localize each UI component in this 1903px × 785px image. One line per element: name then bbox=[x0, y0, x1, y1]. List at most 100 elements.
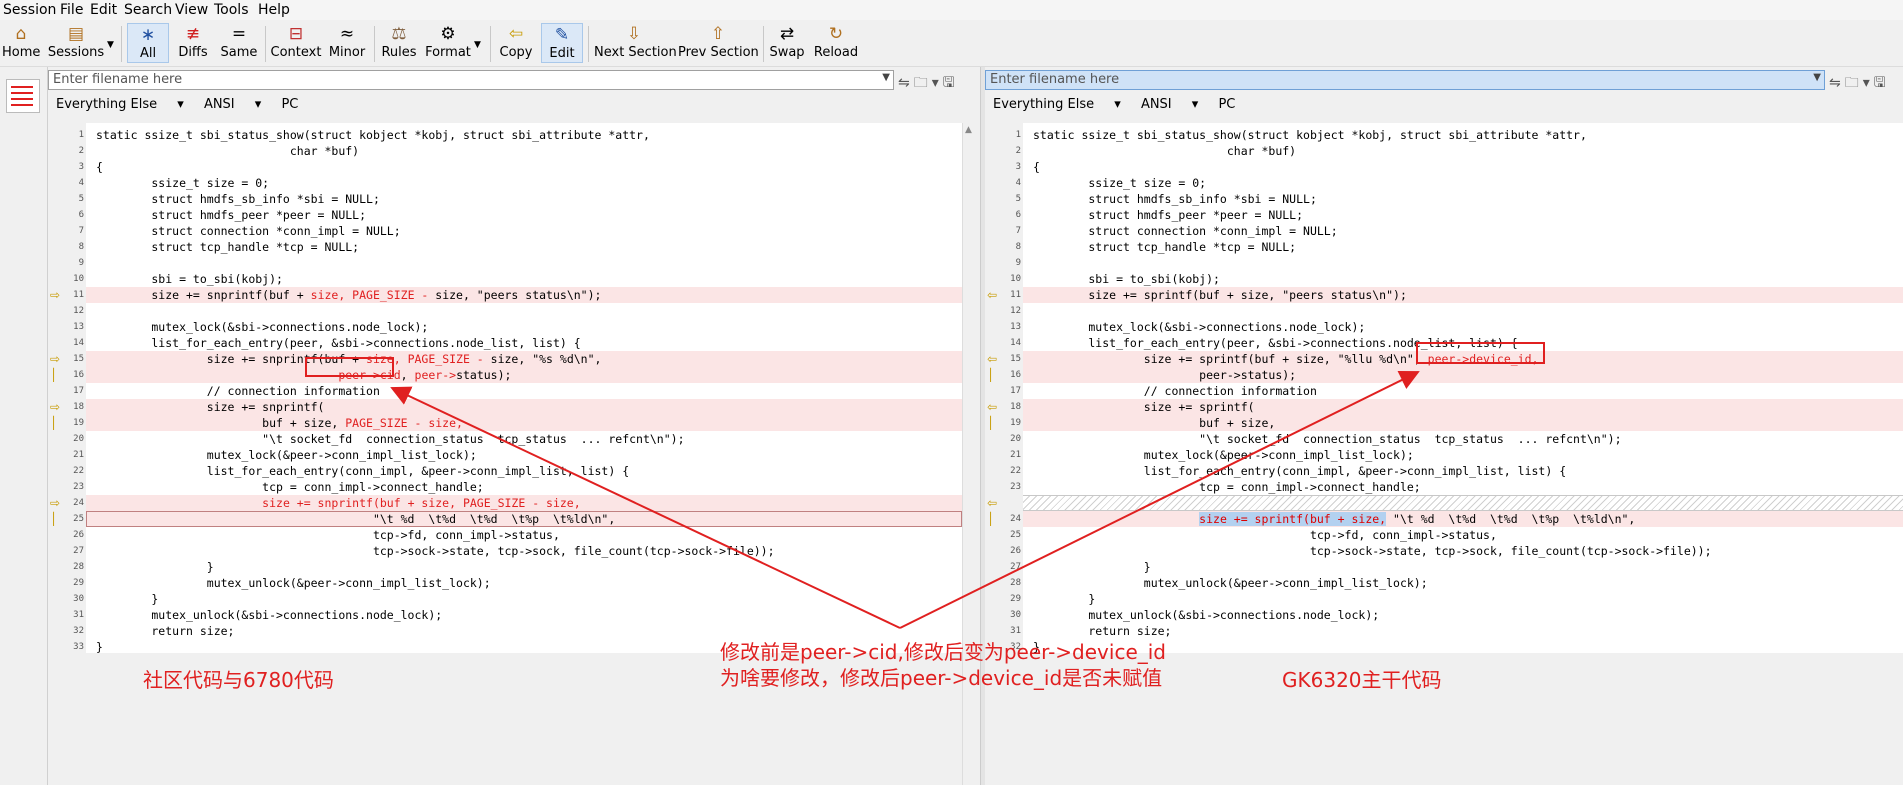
line-number: 17 bbox=[73, 386, 84, 396]
code-text: sbi = to_sbi(kobj); bbox=[96, 272, 283, 286]
save-icon[interactable]: 🖫 bbox=[1874, 75, 1890, 91]
left-format-encoding[interactable]: ANSI ▾ bbox=[204, 97, 261, 112]
line-number: 23 bbox=[73, 482, 84, 492]
right-filename-input[interactable]: Enter filename here ▼ bbox=[985, 70, 1825, 90]
line-number: 26 bbox=[73, 530, 84, 540]
diff-marker-right-icon[interactable]: ⇨ bbox=[50, 351, 60, 367]
line-number: 13 bbox=[1010, 322, 1021, 332]
toolbar-separator bbox=[374, 26, 375, 62]
same-button[interactable]: = Same bbox=[218, 23, 260, 63]
line-number: 6 bbox=[78, 210, 84, 220]
diff-marker-right-icon[interactable]: ⇨ bbox=[50, 495, 60, 511]
menu-edit[interactable]: Edit bbox=[90, 2, 117, 18]
code-text: struct tcp_handle *tcp = NULL; bbox=[1033, 240, 1297, 254]
left-pane-actions: ⇋🗀▾🖫 bbox=[898, 72, 959, 96]
document-overview-icon[interactable] bbox=[6, 79, 40, 113]
line-number: 25 bbox=[73, 514, 84, 524]
line-number: 29 bbox=[73, 578, 84, 588]
diff-marker-left-icon[interactable]: ⇦ bbox=[987, 495, 997, 511]
scroll-up-icon[interactable]: ▲ bbox=[965, 125, 972, 135]
line-number: 3 bbox=[78, 162, 84, 172]
line-number: 1 bbox=[78, 130, 84, 140]
diff-continuation-icon[interactable]: │ bbox=[987, 415, 994, 431]
code-text: list_for_each_entry(peer, &sbi->connecti… bbox=[96, 336, 581, 350]
code-text: mutex_unlock(&sbi->connections.node_lock… bbox=[1033, 608, 1380, 622]
diff-marker-left-icon[interactable]: ⇦ bbox=[987, 287, 997, 303]
chevron-down-icon[interactable]: ▼ bbox=[1813, 72, 1821, 83]
reload-button[interactable]: ↻ Reload bbox=[812, 23, 860, 63]
center-annotation-line2: 为啥要修改，修改后peer->device_id是否未赋值 bbox=[720, 666, 1163, 690]
diff-marker-left-icon[interactable]: ⇦ bbox=[987, 351, 997, 367]
sessions-dropdown-icon[interactable]: ▼ bbox=[107, 40, 114, 50]
overview-strip bbox=[0, 67, 48, 785]
diff-continuation-icon[interactable]: │ bbox=[50, 367, 57, 383]
edit-button[interactable]: ✎ Edit bbox=[541, 23, 583, 63]
code-text: tcp = conn_impl->connect_handle; bbox=[1033, 480, 1421, 494]
open-folder-icon[interactable]: 🗀▾ bbox=[914, 75, 943, 91]
line-number: 26 bbox=[1010, 546, 1021, 556]
chevron-down-icon[interactable]: ▼ bbox=[882, 72, 890, 83]
line-number: 17 bbox=[1010, 386, 1021, 396]
menu-tools[interactable]: Tools bbox=[214, 2, 249, 18]
diff-marker-left-icon[interactable]: ⇦ bbox=[987, 399, 997, 415]
line-number: 7 bbox=[78, 226, 84, 236]
menu-view[interactable]: View bbox=[175, 2, 208, 18]
sessions-button[interactable]: ▤ Sessions bbox=[47, 23, 105, 63]
line-number: 12 bbox=[1010, 306, 1021, 316]
code-text: size += snprintf(buf + size, PAGE_SIZE -… bbox=[96, 288, 602, 302]
code-text: ssize_t size = 0; bbox=[1033, 176, 1207, 190]
code-text: tcp->sock->state, tcp->sock, file_count(… bbox=[96, 544, 775, 558]
right-format-encoding[interactable]: ANSI ▾ bbox=[1141, 97, 1198, 112]
swap-button[interactable]: ⇄ Swap bbox=[768, 23, 806, 63]
format-button[interactable]: ⚙ Format bbox=[425, 23, 471, 63]
line-number: 18 bbox=[1010, 402, 1021, 412]
history-icon[interactable]: ⇋ bbox=[1829, 75, 1845, 91]
code-text: mutex_unlock(&peer->conn_impl_list_lock)… bbox=[96, 576, 491, 590]
diff-continuation-icon[interactable]: │ bbox=[987, 511, 994, 527]
code-text: struct hmdfs_peer *peer = NULL; bbox=[96, 208, 367, 222]
code-text: struct hmdfs_sb_info *sbi = NULL; bbox=[96, 192, 380, 206]
menu-file[interactable]: File bbox=[60, 2, 83, 18]
minor-button[interactable]: ≈ Minor bbox=[325, 23, 369, 63]
code-text: } bbox=[1033, 592, 1096, 606]
history-icon[interactable]: ⇋ bbox=[898, 75, 914, 91]
all-button[interactable]: ∗ All bbox=[127, 23, 169, 63]
code-text: return size; bbox=[96, 624, 235, 638]
line-number: 1 bbox=[1015, 130, 1021, 140]
right-format-everything-else[interactable]: Everything Else ▾ bbox=[993, 97, 1121, 112]
context-button[interactable]: ⊟ Context bbox=[270, 23, 322, 63]
diff-continuation-icon[interactable]: │ bbox=[987, 367, 994, 383]
code-text: { bbox=[96, 160, 103, 174]
toolbar-separator bbox=[121, 26, 122, 62]
menu-help[interactable]: Help bbox=[258, 2, 290, 18]
code-text: buf + size, PAGE_SIZE - size, bbox=[96, 416, 463, 430]
diffs-button[interactable]: ≢ Diffs bbox=[172, 23, 214, 63]
line-number: 16 bbox=[1010, 370, 1021, 380]
context-icon: ⊟ bbox=[288, 24, 304, 44]
line-number: 12 bbox=[73, 306, 84, 316]
menu-session[interactable]: Session bbox=[3, 2, 56, 18]
open-folder-icon[interactable]: 🗀▾ bbox=[1845, 75, 1874, 91]
left-filename-input[interactable]: Enter filename here ▼ bbox=[48, 70, 894, 90]
save-icon[interactable]: 🖫 bbox=[943, 75, 959, 91]
left-format-everything-else[interactable]: Everything Else ▾ bbox=[56, 97, 184, 112]
code-text: mutex_lock(&peer->conn_impl_list_lock); bbox=[1033, 448, 1414, 462]
right-pane-actions: ⇋🗀▾🖫 bbox=[1829, 72, 1890, 96]
code-text: struct connection *conn_impl = NULL; bbox=[96, 224, 401, 238]
diff-marker-right-icon[interactable]: ⇨ bbox=[50, 287, 60, 303]
diffs-icon: ≢ bbox=[185, 24, 201, 44]
prev-section-button[interactable]: ⇧ Prev Section bbox=[678, 23, 759, 63]
format-dropdown-icon[interactable]: ▼ bbox=[474, 40, 481, 50]
home-button[interactable]: ⌂ Home bbox=[2, 23, 40, 63]
rules-icon: ⚖ bbox=[391, 24, 407, 44]
diff-continuation-icon[interactable]: │ bbox=[50, 415, 57, 431]
diff-marker-right-icon[interactable]: ⇨ bbox=[50, 399, 60, 415]
copy-button[interactable]: ⇦ Copy bbox=[495, 23, 537, 63]
code-text: list_for_each_entry(conn_impl, &peer->co… bbox=[96, 464, 630, 478]
diff-continuation-icon[interactable]: │ bbox=[50, 511, 57, 527]
rules-button[interactable]: ⚖ Rules bbox=[379, 23, 419, 63]
menu-search[interactable]: Search bbox=[124, 2, 172, 18]
edit-icon: ✎ bbox=[554, 25, 570, 45]
next-section-button[interactable]: ⇩ Next Section bbox=[594, 23, 677, 63]
